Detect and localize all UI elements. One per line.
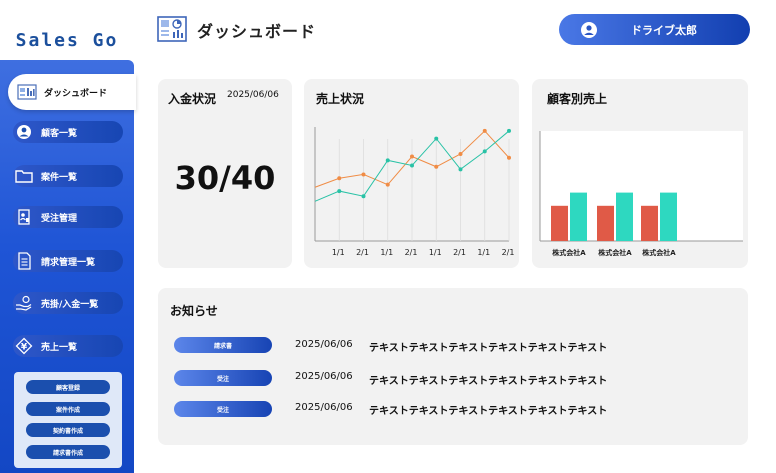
- news-text[interactable]: テキストテキストテキストテキストテキストテキスト: [369, 402, 607, 417]
- data-point: [507, 128, 511, 133]
- x-tick-label: 2/1: [405, 248, 418, 257]
- x-tick-label: 1/1: [332, 248, 345, 257]
- folder-icon: [13, 165, 35, 187]
- invoice-icon: [13, 250, 35, 272]
- dashboard-icon: [16, 81, 38, 103]
- x-tick-label: 1/1: [429, 248, 442, 257]
- sidebar-item-projects[interactable]: 案件一覧: [13, 165, 123, 187]
- data-point: [458, 167, 463, 172]
- bar: [641, 205, 658, 241]
- bar: [660, 192, 677, 241]
- customer-sales-bar-chart: 株式会社A 株式会社A 株式会社A: [539, 131, 743, 257]
- avatar-icon: [581, 21, 597, 38]
- x-tick-label: 2/1: [453, 248, 466, 257]
- news-text[interactable]: テキストテキストテキストテキストテキストテキスト: [369, 372, 607, 387]
- brand-logo: Sales Go: [15, 30, 119, 51]
- create-project-button[interactable]: 案件作成: [26, 402, 110, 416]
- payment-status-title: 入金状況: [168, 92, 217, 106]
- user-name: ドライブ太郎: [631, 23, 697, 37]
- data-point: [434, 164, 439, 169]
- sidebar-item-label: 受注管理: [41, 213, 78, 224]
- customer-sales-card: 顧客別売上 株式会社A 株式会社A 株式会社A: [532, 79, 748, 268]
- data-point: [361, 194, 366, 199]
- news-date: 2025/06/06: [295, 402, 353, 413]
- data-point: [385, 158, 390, 163]
- data-point: [482, 149, 487, 154]
- sidebar-item-label: 請求管理一覧: [41, 257, 96, 268]
- page-title: ダッシュボード: [197, 22, 317, 41]
- x-tick-label: 株式会社A: [642, 248, 676, 257]
- sidebar-item-orders[interactable]: 受注管理: [13, 206, 123, 228]
- bar: [597, 205, 614, 241]
- svg-text:¥: ¥: [21, 342, 28, 352]
- dashboard-header-icon: [157, 16, 187, 42]
- sidebar-item-label: 売上一覧: [41, 342, 78, 353]
- quick-actions-panel: 顧客登録 案件作成 契約書作成 請求書作成: [14, 372, 122, 468]
- news-category-badge: 請求書: [174, 337, 272, 353]
- data-point: [458, 151, 463, 156]
- sidebar-item-receivables[interactable]: 売掛/入金一覧: [13, 292, 123, 314]
- data-point: [385, 182, 390, 187]
- sidebar-item-invoices[interactable]: 請求管理一覧: [13, 250, 123, 272]
- sidebar-item-dashboard[interactable]: ダッシュボード: [8, 74, 136, 110]
- yen-icon: ¥: [13, 335, 35, 357]
- payment-status-card: 入金状況 2025/06/06 30/40: [158, 79, 292, 268]
- sidebar-item-label: ダッシュボード: [44, 88, 108, 99]
- bar: [616, 192, 633, 241]
- sidebar-item-label: 案件一覧: [41, 172, 78, 183]
- x-tick-label: 2/1: [502, 248, 515, 257]
- x-tick-label: 1/1: [380, 248, 393, 257]
- news-category-badge: 受注: [174, 370, 272, 386]
- data-point: [410, 163, 414, 168]
- news-title: お知らせ: [170, 304, 218, 318]
- news-date: 2025/06/06: [295, 371, 353, 382]
- register-customer-button[interactable]: 顧客登録: [26, 380, 110, 394]
- x-tick-label: 1/1: [477, 248, 490, 257]
- news-category-badge: 受注: [174, 401, 272, 417]
- payment-status-date: 2025/06/06: [227, 90, 279, 100]
- data-point: [434, 136, 439, 141]
- order-document-icon: [13, 206, 35, 228]
- x-tick-label: 株式会社A: [598, 248, 632, 257]
- data-point: [482, 128, 487, 133]
- news-date: 2025/06/06: [295, 339, 353, 350]
- sidebar-item-label: 顧客一覧: [41, 128, 78, 139]
- hand-coin-icon: [13, 292, 35, 314]
- create-contract-button[interactable]: 契約書作成: [26, 423, 110, 437]
- bar: [570, 192, 587, 241]
- news-text[interactable]: テキストテキストテキストテキストテキストテキスト: [369, 339, 607, 354]
- sidebar-item-sales[interactable]: ¥ 売上一覧: [13, 335, 123, 357]
- bar: [551, 205, 568, 241]
- user-circle-icon: [13, 121, 35, 143]
- data-point: [410, 154, 414, 159]
- data-point: [337, 189, 342, 194]
- user-menu-button[interactable]: ドライブ太郎: [559, 14, 750, 45]
- news-card: お知らせ 請求書 2025/06/06 テキストテキストテキストテキストテキスト…: [158, 288, 748, 445]
- create-invoice-button[interactable]: 請求書作成: [26, 445, 110, 459]
- sales-status-card: 売上状況 1/1 2/1 1/1 2/1 1/1 2/1 1/1 2/1: [304, 79, 519, 268]
- x-tick-label: 株式会社A: [552, 248, 586, 257]
- data-point: [337, 176, 342, 181]
- sidebar-item-customers[interactable]: 顧客一覧: [13, 121, 123, 143]
- sales-line-chart: 1/1 2/1 1/1 2/1 1/1 2/1 1/1 2/1: [314, 127, 515, 257]
- payment-status-value: 30/40: [174, 159, 276, 197]
- x-tick-label: 2/1: [356, 248, 369, 257]
- data-point: [361, 172, 366, 177]
- data-point: [507, 155, 511, 160]
- sidebar-item-label: 売掛/入金一覧: [41, 299, 99, 310]
